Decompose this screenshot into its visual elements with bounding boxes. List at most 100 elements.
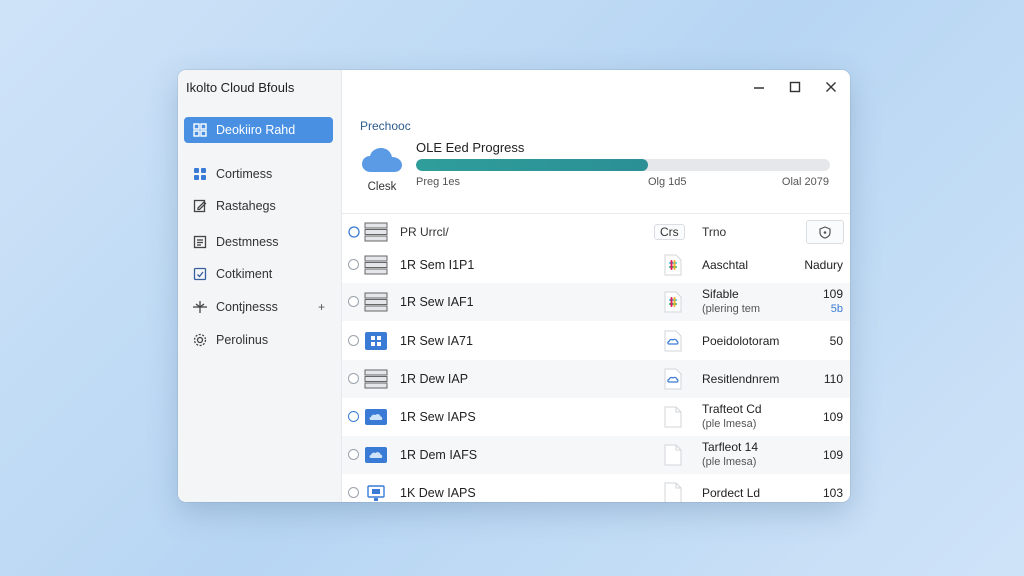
table-row[interactable]: 1R Sem I1P1 Aaschtal Nadury (342, 246, 850, 284)
server-icon (364, 255, 388, 275)
row-value-cell: 103 (823, 486, 843, 501)
row-value-sub: 5b (830, 303, 843, 315)
sidebar-item-dashboard[interactable]: Deokiiro Rahd (184, 117, 333, 143)
window-controls (750, 78, 840, 96)
grid-icon (192, 122, 208, 138)
progress-heading: Prechooc (360, 119, 411, 133)
slack-file-icon (664, 291, 682, 313)
progress-bar (416, 159, 830, 171)
check-document-icon (192, 266, 208, 282)
table-row[interactable]: 1R Sew IAF1 Sifable (plering tem 109 5b (342, 283, 850, 321)
table-row[interactable]: 1R Sew IA71 Poeidolotoram 50 (342, 322, 850, 360)
row-name: 1R Sew IAPS (400, 410, 476, 424)
progress-mid-meta: Olg 1d5 (648, 176, 687, 188)
row-title: Aaschtal (702, 258, 749, 272)
row-select-radio[interactable] (348, 411, 359, 422)
row-select-radio[interactable] (348, 487, 359, 498)
row-title: Tarfleot 14 (702, 440, 759, 454)
progress-section: Prechooc Clesk OLE Eed Progress Preg 1es… (342, 110, 850, 214)
progress-right-meta: Olal 2079 (781, 176, 829, 188)
row-value-cell: 109 (823, 448, 843, 463)
server-icon (364, 292, 388, 312)
blank-file-icon (664, 482, 682, 502)
row-value: 110 (823, 372, 843, 386)
row-title: Resitlendnrem (702, 372, 780, 386)
main-panel: Prechooc Clesk OLE Eed Progress Preg 1es… (342, 70, 850, 502)
edit-icon (192, 198, 208, 214)
cloud-tile-icon (364, 407, 388, 427)
table-row[interactable]: 1R Dew IAP Resitlendnrem 110 (342, 360, 850, 398)
row-title: Poeidolotoram (702, 334, 780, 348)
monitor-icon (364, 483, 388, 502)
row-value-cell: 110 (824, 372, 843, 387)
row-title: Trafteot Cd (702, 402, 762, 416)
cloud-file-icon (664, 368, 682, 390)
row-title-cell: Aaschtal (702, 258, 748, 273)
row-subtitle: (ple lmesa) (702, 418, 757, 430)
row-title-cell: Tarfleot 14 (ple lmesa) (702, 440, 758, 470)
select-all-checkbox[interactable] (348, 218, 360, 246)
close-icon (826, 82, 836, 92)
column-header-shield-wrap (806, 218, 844, 246)
divider (342, 213, 850, 214)
sidebar-item-label: Deokiiro Rahd (216, 123, 296, 137)
column-header-name[interactable]: PR Urrcl/ (400, 218, 449, 246)
sidebar: Ikolto Cloud Bfouls Deokiiro Rahd Cortim… (178, 70, 342, 502)
progress-left-meta: Preg 1es (416, 176, 461, 188)
sidebar-item-label: Cortimess (216, 167, 273, 181)
close-button[interactable] (822, 78, 840, 96)
row-subtitle: (ple lmesa) (702, 456, 757, 468)
sidebar-item-label: Destmness (216, 235, 279, 249)
row-name: 1R Dew IAP (400, 372, 469, 386)
network-icon (192, 299, 208, 315)
app-window: Ikolto Cloud Bfouls Deokiiro Rahd Cortim… (178, 70, 850, 502)
sidebar-item-label: Contjnesss (216, 300, 278, 314)
maximize-button[interactable] (786, 78, 804, 96)
sidebar-item-cortimess[interactable]: Cortimess (184, 161, 333, 187)
sidebar-item-contjnesss[interactable]: Contjnesss + (184, 294, 333, 320)
sidebar-item-rastahegs[interactable]: Rastahegs (184, 193, 333, 219)
row-title-cell: Sifable (plering tem (702, 287, 760, 317)
cloud-label: Clesk (367, 181, 397, 193)
shield-button[interactable] (806, 220, 844, 244)
expand-icon[interactable]: + (318, 300, 325, 314)
table-row[interactable]: 1K Dew IAPS Pordect Ld 103 (342, 474, 850, 502)
row-value-cell: 109 (823, 410, 843, 425)
table-row[interactable]: 1R Sew IAPS Trafteot Cd (ple lmesa) 109 (342, 398, 850, 436)
table-row[interactable]: 1R Dem IAFS Tarfleot 14 (ple lmesa) 109 (342, 436, 850, 474)
row-title-cell: Poeidolotoram (702, 334, 779, 349)
row-value-cell: Nadury (804, 258, 843, 273)
row-value: 109 (822, 287, 843, 301)
blank-file-icon (664, 444, 682, 466)
sidebar-item-destmness[interactable]: Destmness (184, 229, 333, 255)
sidebar-item-cotkiment[interactable]: Cotkiment (184, 261, 333, 287)
row-select-radio[interactable] (348, 259, 359, 270)
row-value: 109 (822, 410, 843, 424)
row-title: Sifable (702, 287, 739, 301)
row-name: 1R Dem IAFS (400, 448, 478, 462)
app-title: Ikolto Cloud Bfouls (186, 80, 295, 95)
row-title-cell: Pordect Ld (702, 486, 760, 501)
row-select-radio[interactable] (348, 449, 359, 460)
minimize-button[interactable] (750, 78, 768, 96)
row-subtitle: (plering tem (702, 303, 761, 315)
row-select-radio[interactable] (348, 373, 359, 384)
row-select-radio[interactable] (348, 296, 359, 307)
row-select-radio[interactable] (348, 335, 359, 346)
document-list-icon (192, 234, 208, 250)
cloud-status: Clesk (360, 146, 404, 193)
row-name: 1R Sem I1P1 (400, 258, 475, 272)
blank-file-icon (664, 406, 682, 428)
column-header-cars[interactable]: Crs (654, 224, 685, 240)
row-value-cell: 50 (830, 334, 843, 349)
sidebar-item-perolinus[interactable]: Perolinus (184, 327, 333, 353)
column-header-time[interactable]: Trno (702, 218, 726, 246)
row-name: 1R Sew IAF1 (400, 295, 474, 309)
row-value: 103 (822, 486, 843, 500)
gear-icon (192, 332, 208, 348)
progress-fill (416, 159, 648, 171)
shield-icon (819, 225, 831, 239)
apps-icon (192, 166, 208, 182)
row-name: 1K Dew IAPS (400, 486, 476, 500)
row-name: 1R Sew IA71 (400, 334, 473, 348)
